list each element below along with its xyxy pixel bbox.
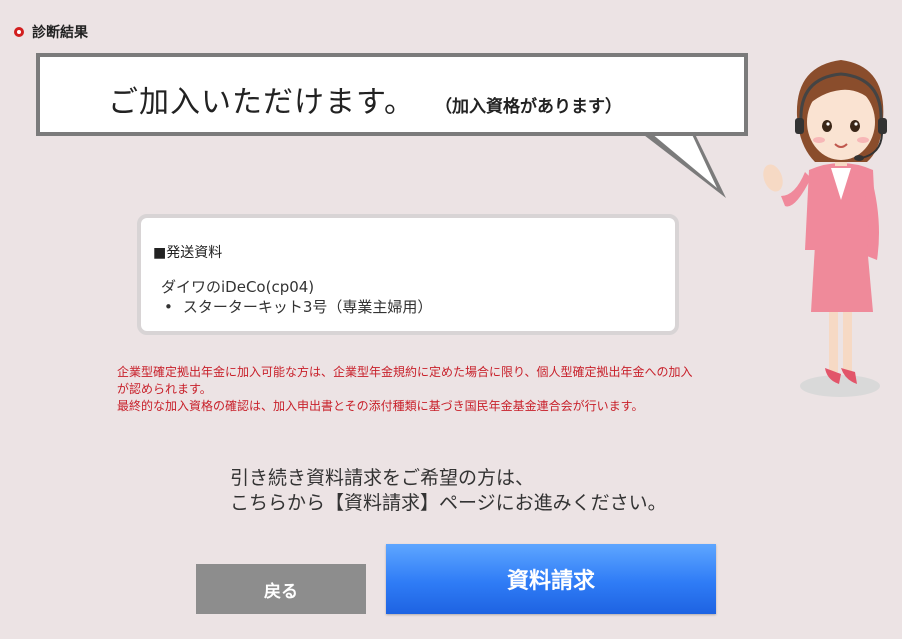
materials-box: ■発送資料 ダイワのiDeCo(cp04) スターターキット3号（専業主婦用） [137,214,679,335]
instruction-line-1: 引き続き資料請求をご希望の方は、 [230,467,535,489]
materials-product: ダイワのiDeCo(cp04) [161,278,315,296]
request-materials-button[interactable]: 資料請求 [386,544,716,614]
circle-marker-icon [14,27,24,37]
instruction: 引き続き資料請求をご希望の方は、 こちらから【資料請求】ページにお進みください。 [230,466,667,516]
support-operator-illustration [763,60,887,397]
notes: 企業型確定拠出年金に加入可能な方は、企業型年金規約に定めた場合に限り、個人型確定… [117,364,702,415]
list-item: スターターキット3号（専業主婦用） [161,296,433,317]
speech-bubble: ご加入いただけます。 （加入資格があります） [36,53,748,136]
back-button[interactable]: 戻る [196,564,366,614]
result-message: ご加入いただけます。 （加入資格があります） [108,77,622,121]
section-header: 診断結果 [14,22,88,42]
materials-list: スターターキット3号（専業主婦用） [161,296,433,317]
materials-heading: ■発送資料 [153,245,223,261]
result-main-text: ご加入いただけます。 [108,85,415,120]
note-confirmation: 最終的な加入資格の確認は、加入申出書とその添付種類に基づき国民年金基金連合会が行… [117,399,644,413]
instruction-line-2: こちらから【資料請求】ページにお進みください。 [230,492,667,514]
note-eligibility: 企業型確定拠出年金に加入可能な方は、企業型年金規約に定めた場合に限り、個人型確定… [117,365,693,396]
section-title: 診断結果 [32,25,88,41]
result-sub-text: （加入資格があります） [435,97,622,117]
